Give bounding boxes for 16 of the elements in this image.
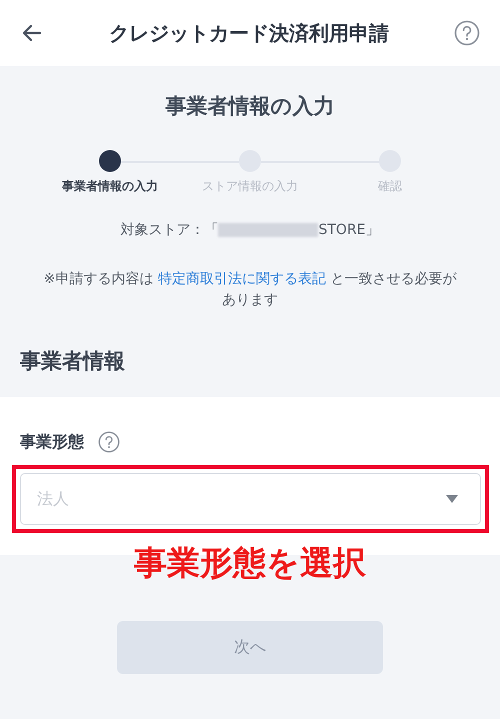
annotation-text: 事業形態を選択 [133, 542, 367, 584]
step-label: 確認 [378, 178, 402, 195]
section-title: 事業者情報 [19, 348, 126, 375]
form-heading: 事業者情報の入力 [164, 93, 336, 120]
notice-text: ※申請する内容は 特定商取引法に関する表記 と一致させる必要があります [42, 270, 458, 310]
step-label: 事業者情報の入力 [62, 178, 158, 195]
help-icon[interactable] [454, 20, 480, 46]
help-icon[interactable] [98, 431, 120, 453]
caret-icon [446, 495, 458, 503]
step-label: ストア情報の入力 [202, 178, 298, 195]
store-label: 対象ストア：「 [120, 221, 218, 239]
store-suffix: STORE」 [318, 221, 380, 239]
legal-notice-link[interactable]: 特定商取引法に関する表記 [158, 271, 326, 287]
business-type-select[interactable]: 法人 [20, 473, 481, 525]
field-label: 事業形態 [20, 432, 84, 452]
page-title: クレジットカード決済利用申請 [109, 20, 389, 46]
